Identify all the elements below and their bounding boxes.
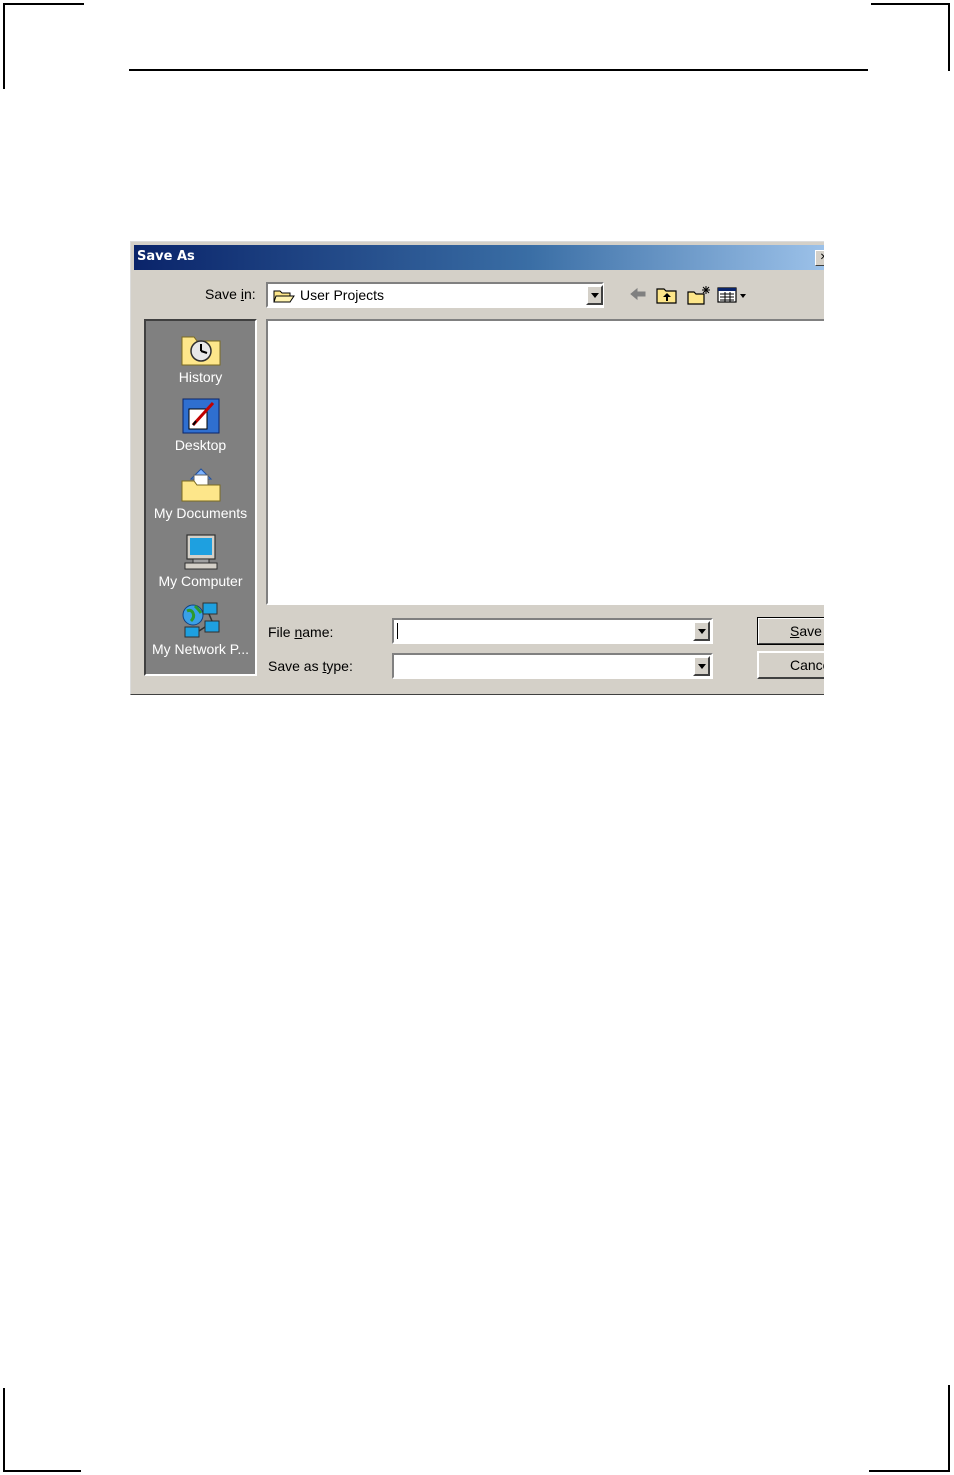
view-menu-icon[interactable] (716, 285, 750, 305)
save-button[interactable]: Save (757, 617, 824, 645)
title-bar: Save As ✕ (134, 245, 824, 270)
save-in-value: User Projects (300, 287, 385, 303)
place-label: History (178, 369, 223, 385)
place-my-documents[interactable]: My Documents (146, 465, 255, 521)
save-in-select[interactable]: User Projects (266, 282, 604, 308)
dialog-title: Save As (137, 249, 195, 264)
close-icon: ✕ (820, 252, 824, 263)
desktop-icon (182, 398, 219, 434)
place-label: My Computer (158, 573, 243, 589)
save-as-type-label: Save as type: (268, 658, 353, 674)
up-one-level-icon[interactable] (655, 285, 679, 305)
crop-mark-bottom-right-v (948, 1385, 950, 1472)
file-name-dropdown-button[interactable] (693, 621, 710, 641)
new-folder-icon[interactable] (686, 285, 712, 305)
place-my-computer[interactable]: My Computer (146, 533, 255, 589)
close-button[interactable]: ✕ (815, 250, 824, 266)
crop-mark-top-right-v (948, 3, 950, 71)
history-icon (181, 336, 220, 366)
header-rule (129, 69, 868, 71)
my-network-icon (182, 602, 219, 638)
save-as-type-dropdown-button[interactable] (693, 656, 710, 676)
my-computer-icon (184, 534, 217, 570)
crop-mark-top-right-h (871, 3, 950, 5)
folder-open-icon (273, 290, 295, 303)
crop-mark-top-left-h (3, 3, 84, 5)
places-bar: History Desktop My Documents My Computer… (144, 319, 257, 676)
crop-mark-bottom-left-v (3, 1388, 5, 1472)
place-my-network[interactable]: My Network P... (146, 601, 255, 657)
crop-mark-bottom-left-h (3, 1470, 81, 1472)
place-history[interactable]: History (146, 329, 255, 385)
place-label: My Network P... (152, 641, 249, 657)
save-as-type-select[interactable] (392, 653, 713, 679)
place-label: Desktop (174, 437, 227, 453)
crop-mark-bottom-right-h (869, 1470, 950, 1472)
place-label: My Documents (153, 505, 248, 521)
back-icon[interactable] (627, 285, 649, 303)
save-in-label: Save in: (205, 286, 256, 302)
cancel-button[interactable]: Cance (757, 651, 824, 679)
save-as-dialog: Save As ✕ Save in: User Projects (130, 241, 824, 695)
file-list-view[interactable] (266, 319, 824, 605)
text-caret (397, 623, 398, 639)
crop-mark-top-left-v (3, 3, 5, 89)
my-documents-icon (181, 468, 220, 502)
place-desktop[interactable]: Desktop (146, 397, 255, 453)
file-name-input[interactable] (392, 618, 713, 644)
save-in-dropdown-button[interactable] (586, 285, 603, 305)
file-name-label: File name: (268, 624, 334, 640)
